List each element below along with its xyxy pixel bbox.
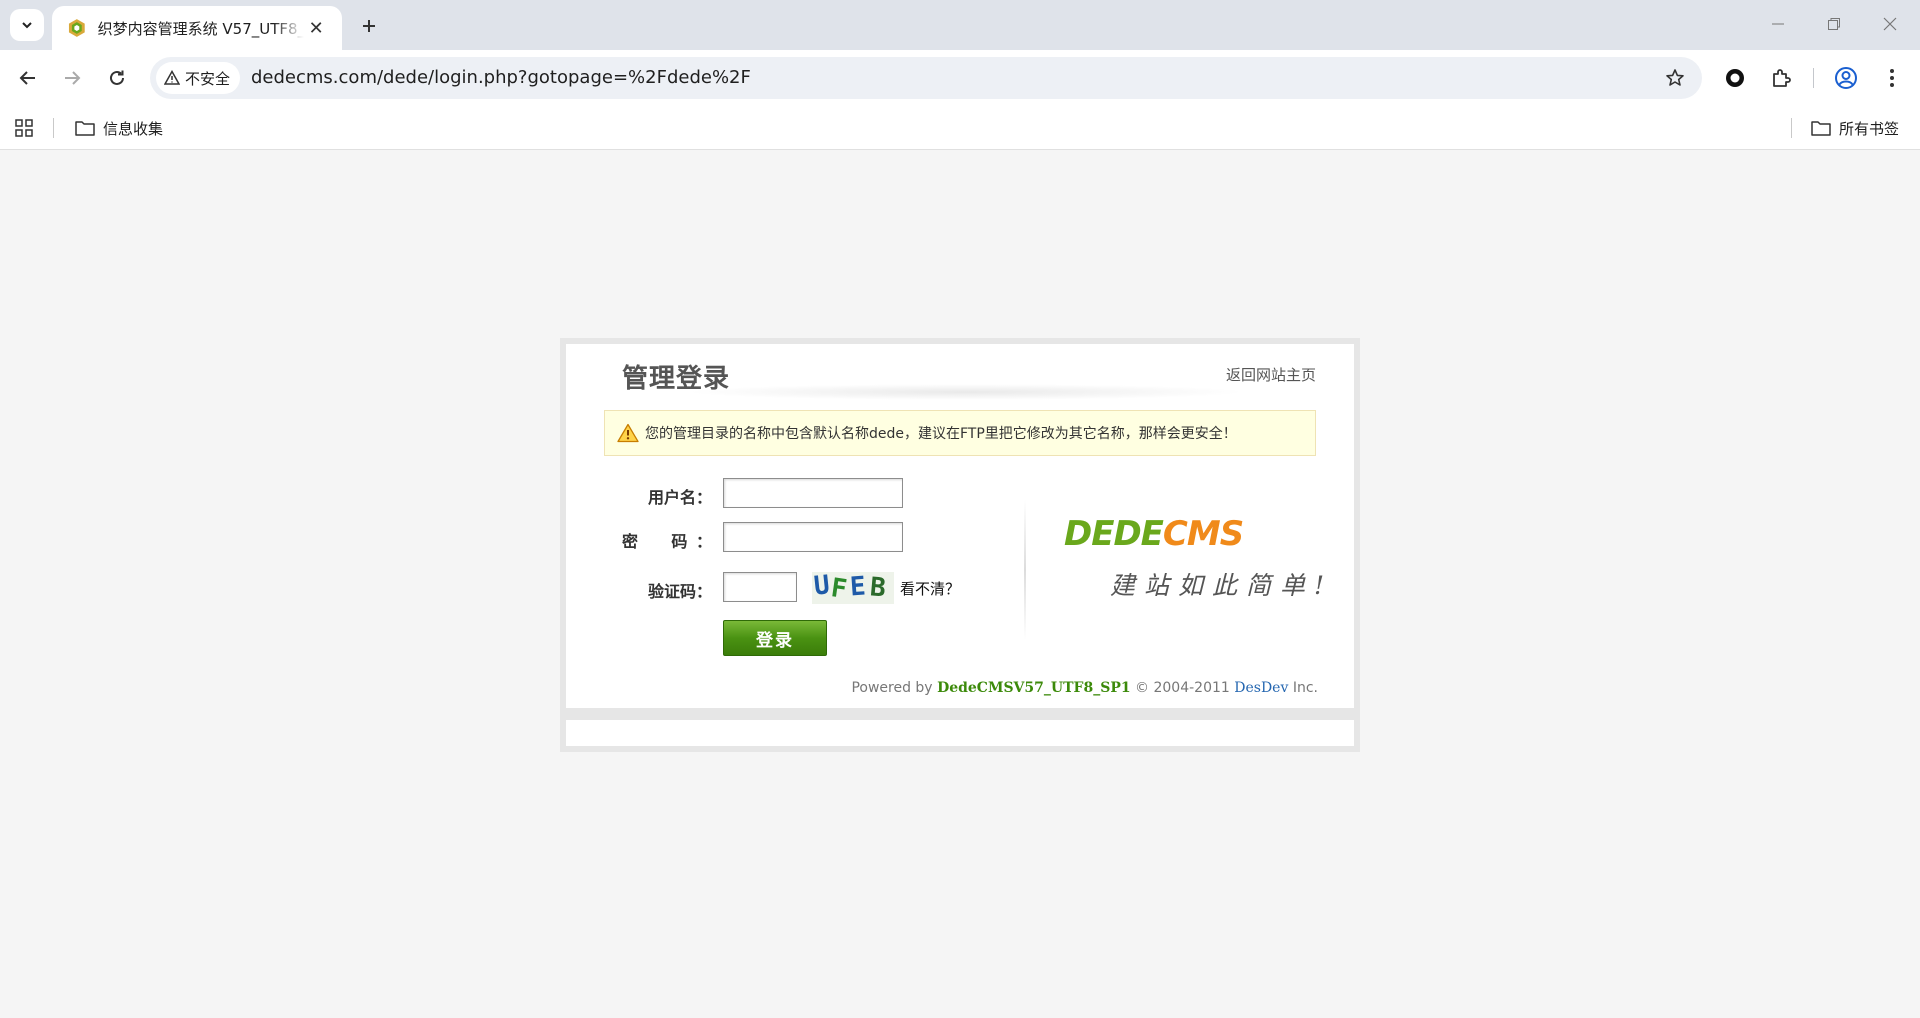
captcha-char: B xyxy=(868,572,887,604)
powered-prefix: Powered by xyxy=(851,680,933,696)
extension-icon xyxy=(1726,69,1744,87)
toolbar-separator xyxy=(1813,68,1814,88)
logo-cms-text: CMS xyxy=(1162,514,1244,554)
back-button[interactable] xyxy=(12,62,44,94)
warning-icon xyxy=(164,70,180,85)
browser-menu-button[interactable] xyxy=(1876,62,1908,94)
company-link[interactable]: DesDev xyxy=(1234,680,1288,696)
bookmark-folder-info[interactable]: 信息收集 xyxy=(75,116,163,140)
security-indicator[interactable]: 不安全 xyxy=(156,62,241,94)
version-link[interactable]: DedeCMSV57_UTF8_SP1 xyxy=(937,680,1131,696)
browser-toolbar: 不安全 dedecms.com/dede/login.php?gotopage=… xyxy=(0,50,1920,106)
plus-icon xyxy=(363,20,375,32)
header-glow xyxy=(686,384,1246,400)
warning-text: 您的管理目录的名称中包含默认名称dede，建议在FTP里把它修改为其它名称，那样… xyxy=(645,426,1237,442)
minimize-icon xyxy=(1772,23,1784,25)
slogan: 建站如此简单! xyxy=(1110,571,1334,600)
back-icon xyxy=(19,71,35,85)
powered-by-footer: Powered by DedeCMSV57_UTF8_SP1 © 2004-20… xyxy=(851,680,1318,696)
all-bookmarks-label: 所有书签 xyxy=(1839,119,1900,138)
captcha-char: F xyxy=(828,573,849,604)
star-icon xyxy=(1666,69,1684,86)
reload-icon xyxy=(110,70,124,85)
tab-title: 织梦内容管理系统 V57_UTF8_SP1 xyxy=(97,19,305,38)
folder-icon xyxy=(1811,121,1831,136)
captcha-refresh-link[interactable]: 看不清？ xyxy=(900,578,960,599)
captcha-label: 验证码： xyxy=(647,582,712,601)
powered-suffix: Inc. xyxy=(1292,680,1318,696)
new-tab-button[interactable] xyxy=(353,10,385,42)
login-panel: 管理登录 返回网站主页 您的管理目录的名称中包含默认名称dede，建议在FTP里… xyxy=(566,344,1354,708)
security-label: 不安全 xyxy=(185,69,231,88)
address-bar[interactable]: 不安全 dedecms.com/dede/login.php?gotopage=… xyxy=(150,57,1702,99)
vertical-divider xyxy=(1024,500,1026,640)
all-bookmarks-button[interactable]: 所有书签 xyxy=(1811,116,1899,140)
password-input[interactable] xyxy=(723,522,903,552)
bookmarks-bar: 信息收集 所有书签 xyxy=(0,106,1920,150)
tab-search-button[interactable] xyxy=(10,9,44,41)
forward-icon xyxy=(65,71,81,85)
restore-icon xyxy=(1828,18,1840,30)
apps-icon xyxy=(15,119,33,137)
captcha-image[interactable]: U F E B xyxy=(812,572,894,604)
close-icon[interactable]: ✕ xyxy=(304,16,328,40)
menu-icon xyxy=(1890,69,1894,87)
bookmarks-separator-right xyxy=(1791,118,1792,138)
browser-tab-active[interactable]: 织梦内容管理系统 V57_UTF8_SP1 ✕ xyxy=(52,6,342,50)
page-title: 管理登录 xyxy=(622,364,731,394)
tab-strip: 织梦内容管理系统 V57_UTF8_SP1 ✕ xyxy=(0,0,1920,50)
restore-button[interactable] xyxy=(1814,8,1854,40)
captcha-char: E xyxy=(848,572,867,603)
folder-icon xyxy=(75,121,95,136)
apps-button[interactable] xyxy=(12,116,36,140)
forward-button[interactable] xyxy=(56,62,88,94)
username-input[interactable] xyxy=(723,478,903,508)
login-container: 管理登录 返回网站主页 您的管理目录的名称中包含默认名称dede，建议在FTP里… xyxy=(560,338,1360,752)
bookmarks-separator xyxy=(53,118,54,138)
chevron-down-icon xyxy=(22,22,32,29)
url-text[interactable]: dedecms.com/dede/login.php?gotopage=%2Fd… xyxy=(251,67,751,88)
bookmark-star-button[interactable] xyxy=(1660,63,1690,93)
extension-button[interactable] xyxy=(1719,62,1751,94)
captcha-char: U xyxy=(812,572,832,602)
captcha-input[interactable] xyxy=(723,572,797,602)
extensions-menu-button[interactable] xyxy=(1765,62,1797,94)
dedecms-logo: DEDECMS xyxy=(1064,514,1244,554)
copyright-text: © 2004-2011 xyxy=(1135,680,1230,696)
username-label: 用户名： xyxy=(647,488,712,507)
login-footer-strip xyxy=(566,720,1354,746)
password-label: 密 码： xyxy=(622,532,712,551)
back-to-home-link[interactable]: 返回网站主页 xyxy=(1226,364,1316,385)
logo-dede-text: DEDE xyxy=(1064,514,1164,554)
warning-banner: 您的管理目录的名称中包含默认名称dede，建议在FTP里把它修改为其它名称，那样… xyxy=(604,410,1316,456)
reload-button[interactable] xyxy=(101,62,133,94)
profile-icon xyxy=(1835,67,1857,89)
bookmark-label: 信息收集 xyxy=(103,119,164,138)
favicon-icon xyxy=(68,19,85,37)
close-window-icon xyxy=(1883,17,1897,31)
login-button[interactable]: 登录 xyxy=(723,620,827,656)
close-window-button[interactable] xyxy=(1870,8,1910,40)
puzzle-icon xyxy=(1773,69,1791,87)
warning-triangle-icon xyxy=(617,423,639,443)
minimize-button[interactable] xyxy=(1758,8,1798,40)
profile-button[interactable] xyxy=(1830,62,1862,94)
